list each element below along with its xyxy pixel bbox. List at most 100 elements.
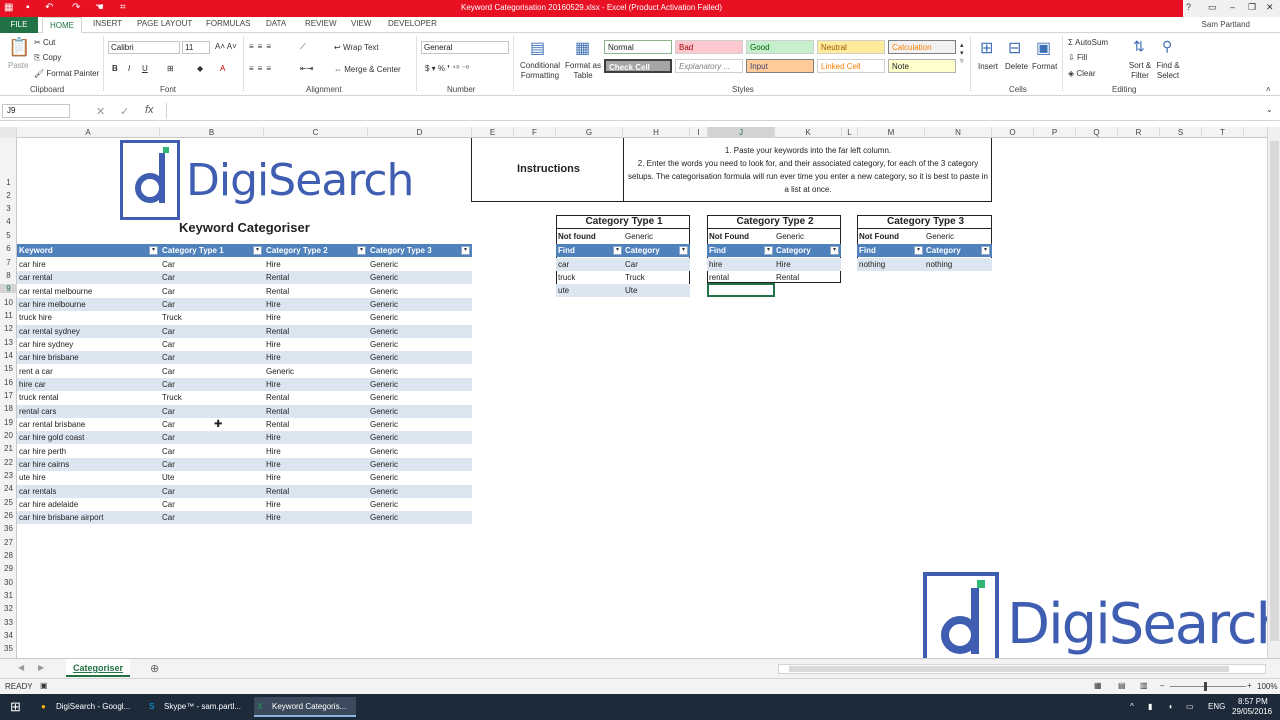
row-header[interactable]: 11 (0, 311, 17, 320)
cat1-category-cell[interactable]: Ute (623, 284, 690, 297)
keyword-cell[interactable]: car hire melbourne (17, 297, 160, 311)
network-icon[interactable]: ▮ (1148, 702, 1152, 711)
worksheet-grid[interactable]: DigiSearch Keyword Categoriser Instructi… (17, 138, 1267, 658)
orientation-icon[interactable]: ⟋ (300, 42, 306, 52)
cat1-find-cell[interactable]: ute (556, 284, 623, 297)
font-name-combo[interactable]: Calibri (108, 41, 180, 54)
cat2-cell[interactable]: Rental (264, 285, 368, 298)
column-header-f[interactable]: F (514, 127, 556, 138)
restore-icon[interactable]: ❐ (1248, 2, 1256, 13)
row-header[interactable]: 31 (0, 591, 17, 600)
row-header[interactable]: 34 (0, 631, 17, 640)
row-header[interactable]: 4 (0, 217, 17, 226)
column-header-n[interactable]: N (925, 127, 992, 138)
row-header[interactable]: 36 (0, 524, 17, 533)
cat3-cell[interactable]: Generic (368, 297, 472, 311)
row-header[interactable]: 24 (0, 484, 17, 493)
minimize-icon[interactable]: – (1230, 2, 1235, 12)
fill-color-icon[interactable]: ◆ (197, 64, 203, 73)
clock-time[interactable]: 8:57 PM (1238, 697, 1268, 706)
cat1-notfound-label[interactable]: Not found (556, 230, 623, 243)
cat3-cell[interactable]: Generic (368, 457, 472, 471)
vertical-align-icons[interactable]: ≡≡≡ (249, 42, 275, 51)
language-indicator[interactable]: ENG (1208, 702, 1225, 711)
macro-record-icon[interactable]: ▣ (40, 681, 48, 690)
horizontal-scrollbar[interactable] (778, 664, 1266, 674)
filter-dropdown-icon[interactable]: ▾ (461, 246, 470, 255)
style-neutral[interactable]: Neutral (817, 40, 885, 54)
sort-filter-button[interactable]: Sort & Filter (1126, 61, 1154, 81)
page-break-view-icon[interactable]: ▥ (1140, 681, 1148, 690)
row-header[interactable]: 17 (0, 391, 17, 400)
delete-cells-button[interactable]: Delete (1005, 62, 1028, 71)
cat3-cell[interactable]: Generic (368, 404, 472, 418)
row-header[interactable]: 1 (0, 178, 17, 187)
currency-icons[interactable]: $ ▾ % ❜ ⁺⁰ ⁻⁰ (425, 64, 469, 73)
row-header[interactable]: 28 (0, 551, 17, 560)
paste-icon[interactable]: 📋 (8, 37, 30, 58)
style-good[interactable]: Good (746, 40, 814, 54)
cat1-find-cell[interactable]: truck (556, 271, 623, 284)
row-header-active[interactable]: 9 (0, 284, 17, 293)
insert-function-icon[interactable]: fx (145, 104, 154, 116)
column-header-q[interactable]: Q (1076, 127, 1118, 138)
grow-font-icon[interactable]: A˄ A˅ (215, 42, 237, 51)
cat3-category-cell[interactable]: nothing (924, 258, 992, 271)
help-icon[interactable]: ? (1186, 2, 1191, 12)
cat1-find-cell[interactable]: car (556, 258, 623, 271)
keyword-cell[interactable]: car hire cairns (17, 457, 160, 471)
expand-formula-icon[interactable]: ⌄ (1266, 105, 1273, 114)
filter-dropdown-icon[interactable]: ▾ (981, 246, 990, 255)
zoom-out-icon[interactable]: – (1160, 681, 1164, 690)
taskbar-skype[interactable]: S Skype™ - sam.partl... (146, 697, 248, 717)
cat2-cell[interactable]: Hire (264, 498, 368, 511)
keyword-cell[interactable]: truck rental (17, 391, 160, 404)
row-header[interactable]: 15 (0, 364, 17, 373)
underline-icon[interactable]: U (142, 64, 148, 73)
row-header[interactable]: 25 (0, 498, 17, 507)
autosum-button[interactable]: Σ AutoSum (1068, 38, 1108, 47)
instructions-label[interactable]: Instructions (472, 163, 623, 176)
conditional-formatting-button[interactable]: Conditional Formatting (516, 61, 564, 81)
row-header[interactable]: 14 (0, 351, 17, 360)
cat2-cell[interactable]: Rental (264, 271, 368, 285)
format-cells-icon[interactable]: ▣ (1036, 38, 1051, 58)
vertical-scroll-thumb[interactable] (1270, 141, 1279, 641)
cat1-cell[interactable]: Car (160, 351, 264, 365)
cat1-cell[interactable]: Car (160, 338, 264, 351)
row-header[interactable]: 23 (0, 471, 17, 480)
cat2-cell[interactable]: Hire (264, 445, 368, 458)
column-header-l[interactable]: L (842, 127, 858, 138)
select-all-corner[interactable] (0, 127, 17, 138)
main-title[interactable]: Keyword Categoriser (177, 220, 327, 236)
filter-dropdown-icon[interactable]: ▾ (679, 246, 688, 255)
cat3-cell[interactable]: Generic (368, 511, 472, 525)
new-sheet-icon[interactable]: ⊕ (150, 662, 159, 675)
cat2-cell[interactable]: Rental (264, 404, 368, 418)
cat2-cell[interactable]: Generic (264, 365, 368, 378)
table-header-cat3[interactable]: Category Type 3 (368, 244, 472, 257)
table-header-cat1[interactable]: Category Type 1 (160, 244, 264, 257)
cat2-notfound-label[interactable]: Not Found (707, 230, 774, 243)
wrap-text-button[interactable]: ↩ Wrap Text (334, 43, 379, 52)
cut-button[interactable]: ✂ Cut (34, 38, 55, 47)
merge-center-button[interactable]: ⇔ Merge & Center (334, 65, 401, 74)
cat2-cell[interactable]: Rental (264, 391, 368, 404)
tab-page-layout[interactable]: PAGE LAYOUT (137, 19, 192, 28)
keyword-cell[interactable]: car rental (17, 271, 160, 285)
keyword-cell[interactable]: car hire adelaide (17, 498, 160, 511)
style-explanatory[interactable]: Explanatory ... (675, 59, 743, 73)
column-header-s[interactable]: S (1160, 127, 1202, 138)
filter-dropdown-icon[interactable]: ▾ (613, 246, 622, 255)
cat3-cell[interactable]: Generic (368, 498, 472, 511)
clock-date[interactable]: 29/05/2016 (1232, 707, 1272, 716)
cat3-cell[interactable]: Generic (368, 258, 472, 271)
cat3-cell[interactable]: Generic (368, 418, 472, 431)
keyword-cell[interactable]: car hire brisbane airport (17, 511, 160, 525)
cat1-category-cell[interactable]: Car (623, 258, 690, 271)
cat2-title[interactable]: Category Type 2 (707, 215, 841, 229)
row-header[interactable]: 16 (0, 378, 17, 387)
cat2-cell[interactable]: Hire (264, 338, 368, 351)
column-header-r[interactable]: R (1118, 127, 1160, 138)
cat2-cell[interactable]: Hire (264, 311, 368, 324)
